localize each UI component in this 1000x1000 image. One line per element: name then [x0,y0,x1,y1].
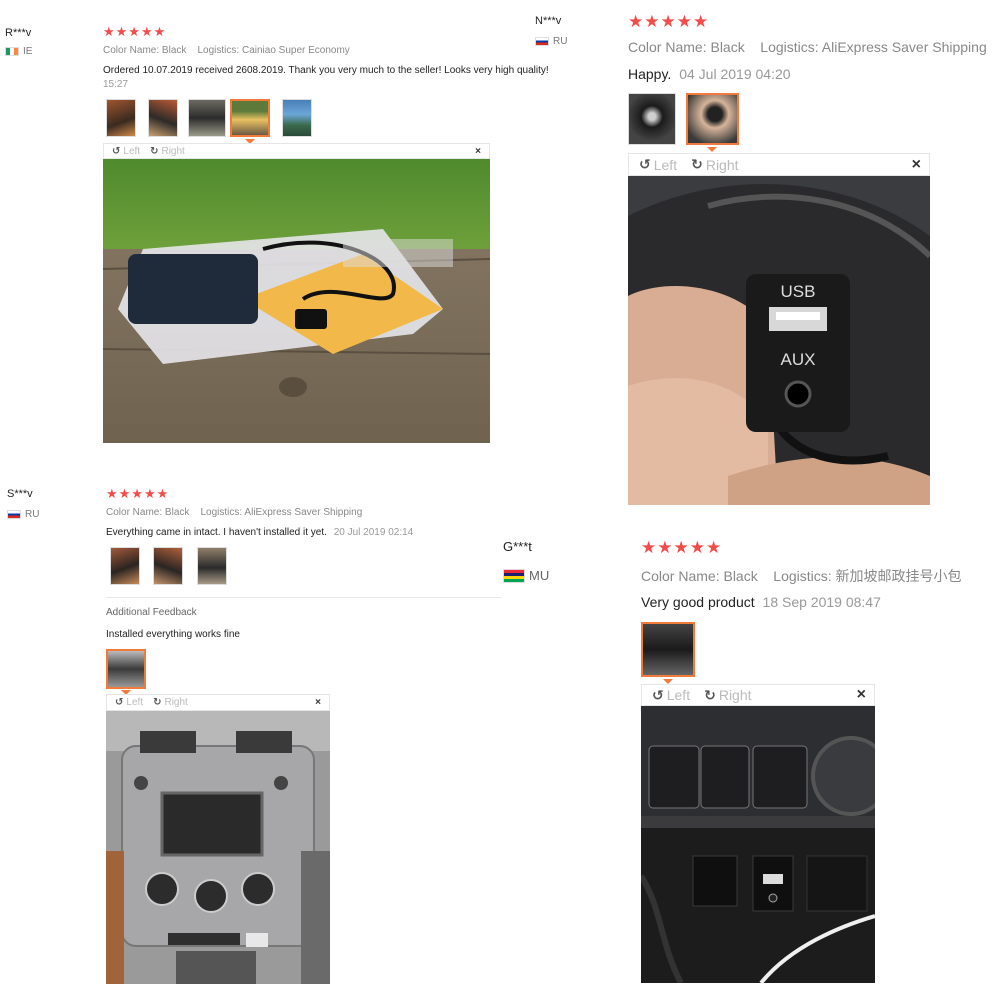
reviewer-name: G***t [503,539,532,554]
review-photo-large [106,711,330,984]
rotate-right-icon: ↻ [691,156,703,172]
rating-stars: ★★★★★ [628,12,710,31]
review-thumbnail[interactable] [188,99,226,137]
color-label: Color Name: [103,45,160,56]
close-icon[interactable]: × [475,146,481,157]
rotate-right-icon: ↻ [153,697,162,708]
review-date: 04 Jul 2019 04:20 [679,66,791,82]
color-value: Black [723,568,758,584]
review-text: Very good product [641,594,755,610]
flag-ie-icon [5,47,19,56]
image-viewer-toolbar: ↺ Left ↻ Right × [628,153,930,176]
review-thumbnail-selected[interactable] [641,622,695,677]
close-icon[interactable]: × [857,686,866,704]
logistics-value: Cainiao Super Economy [241,45,350,56]
logistics-value: AliExpress Saver Shipping [821,39,987,55]
reviewer-name: R***v [5,27,32,39]
country-code: IE [23,46,33,57]
review-meta: Color Name: Black Logistics: AliExpress … [628,39,987,55]
color-label: Color Name: [641,568,720,584]
review-thumbnail[interactable] [148,99,178,137]
reviewer-country: IE [5,46,32,57]
review-date: 20 Jul 2019 02:14 [333,527,414,538]
logistics-label: Logistics: [773,568,832,584]
usb-label: USB [781,282,816,301]
rotate-right-icon: ↻ [704,686,716,703]
rotate-right-button[interactable]: ↻ Right [150,146,185,157]
color-label: Color Name: [106,507,163,518]
rotate-left-button[interactable]: ↺ Left [115,697,143,708]
review-thumbnail-selected[interactable] [686,93,739,145]
reviewer-country: RU [7,509,39,520]
review-meta: Color Name: Black Logistics: Cainiao Sup… [103,45,350,56]
review-photo-large [641,706,875,983]
rotate-left-button[interactable]: ↺ Left [652,687,690,704]
review-text: Happy. [628,66,672,82]
rotate-right-icon: ↻ [150,145,159,157]
reviewer-name: S***v [7,488,33,500]
review-thumbnail-selected[interactable] [106,649,146,689]
logistics-label: Logistics: [197,45,240,56]
image-viewer-toolbar: ↺ Left ↻ Right × [641,684,875,706]
color-value: Black [710,39,745,55]
image-viewer-toolbar: ↺ Left ↻ Right × [106,694,330,711]
country-code: RU [553,36,568,47]
logistics-label: Logistics: [760,39,819,55]
rotate-right-button[interactable]: ↻ Right [153,697,188,708]
rotate-right-button[interactable]: ↻ Right [704,687,751,704]
review-text-row: Very good product 18 Sep 2019 08:47 [641,594,881,610]
rating-stars: ★★★★★ [106,486,170,501]
review-text-row: Everything came in intact. I haven't ins… [106,527,413,538]
color-label: Color Name: [628,39,707,55]
review-text: Everything came in intact. I haven't ins… [106,527,327,538]
review-thumbnail[interactable] [628,93,676,145]
review-thumbnail[interactable] [153,547,183,585]
reviewer-name: N***v [535,15,562,27]
selected-caret-icon [707,147,717,152]
rating-stars: ★★★★★ [641,538,723,557]
review-thumbnail[interactable] [197,547,227,585]
rotate-left-icon: ↺ [639,156,651,172]
review-thumbnail-selected[interactable] [230,99,270,137]
logistics-value: AliExpress Saver Shipping [244,507,363,518]
review-thumbnail[interactable] [110,547,140,585]
divider [106,597,501,598]
review-text: Ordered 10.07.2019 received 2608.2019. T… [103,65,549,76]
flag-ru-icon [7,510,21,519]
review-meta: Color Name: Black Logistics: AliExpress … [106,507,362,518]
flag-mu-icon [503,568,525,583]
review-photo-large [103,159,490,443]
country-code: MU [529,568,550,583]
color-value: Black [161,45,187,56]
logistics-label: Logistics: [200,507,243,518]
reviewer-country: RU [535,36,567,47]
rotate-left-button[interactable]: ↺ Left [112,146,140,157]
review-thumbnail[interactable] [282,99,312,137]
rotate-left-button[interactable]: ↺ Left [639,156,677,173]
additional-feedback-title: Additional Feedback [106,607,197,618]
additional-feedback-text: Installed everything works fine [106,629,240,640]
rotate-right-button[interactable]: ↻ Right [691,156,738,173]
review-date: 18 Sep 2019 08:47 [762,594,881,610]
image-viewer-toolbar: ↺ Left ↻ Right × [103,143,490,159]
rotate-left-icon: ↺ [115,697,124,708]
country-code: RU [25,509,40,520]
color-value: Black [164,507,190,518]
review-text-row: Happy. 04 Jul 2019 04:20 [628,66,791,82]
aux-label: AUX [781,350,816,369]
logistics-value: 新加坡邮政挂号小包 [835,568,962,584]
rating-stars: ★★★★★ [103,24,167,39]
close-icon[interactable]: × [315,697,321,708]
review-date: 15:27 [103,79,129,90]
review-photo-large: USB AUX [628,176,930,505]
rotate-left-icon: ↺ [112,145,121,157]
reviewer-country: MU [503,568,549,583]
review-thumbnail[interactable] [106,99,136,137]
close-icon[interactable]: × [912,156,921,174]
rotate-left-icon: ↺ [652,686,664,703]
review-meta: Color Name: Black Logistics: 新加坡邮政挂号小包 [641,566,962,586]
flag-ru-icon [535,37,549,46]
